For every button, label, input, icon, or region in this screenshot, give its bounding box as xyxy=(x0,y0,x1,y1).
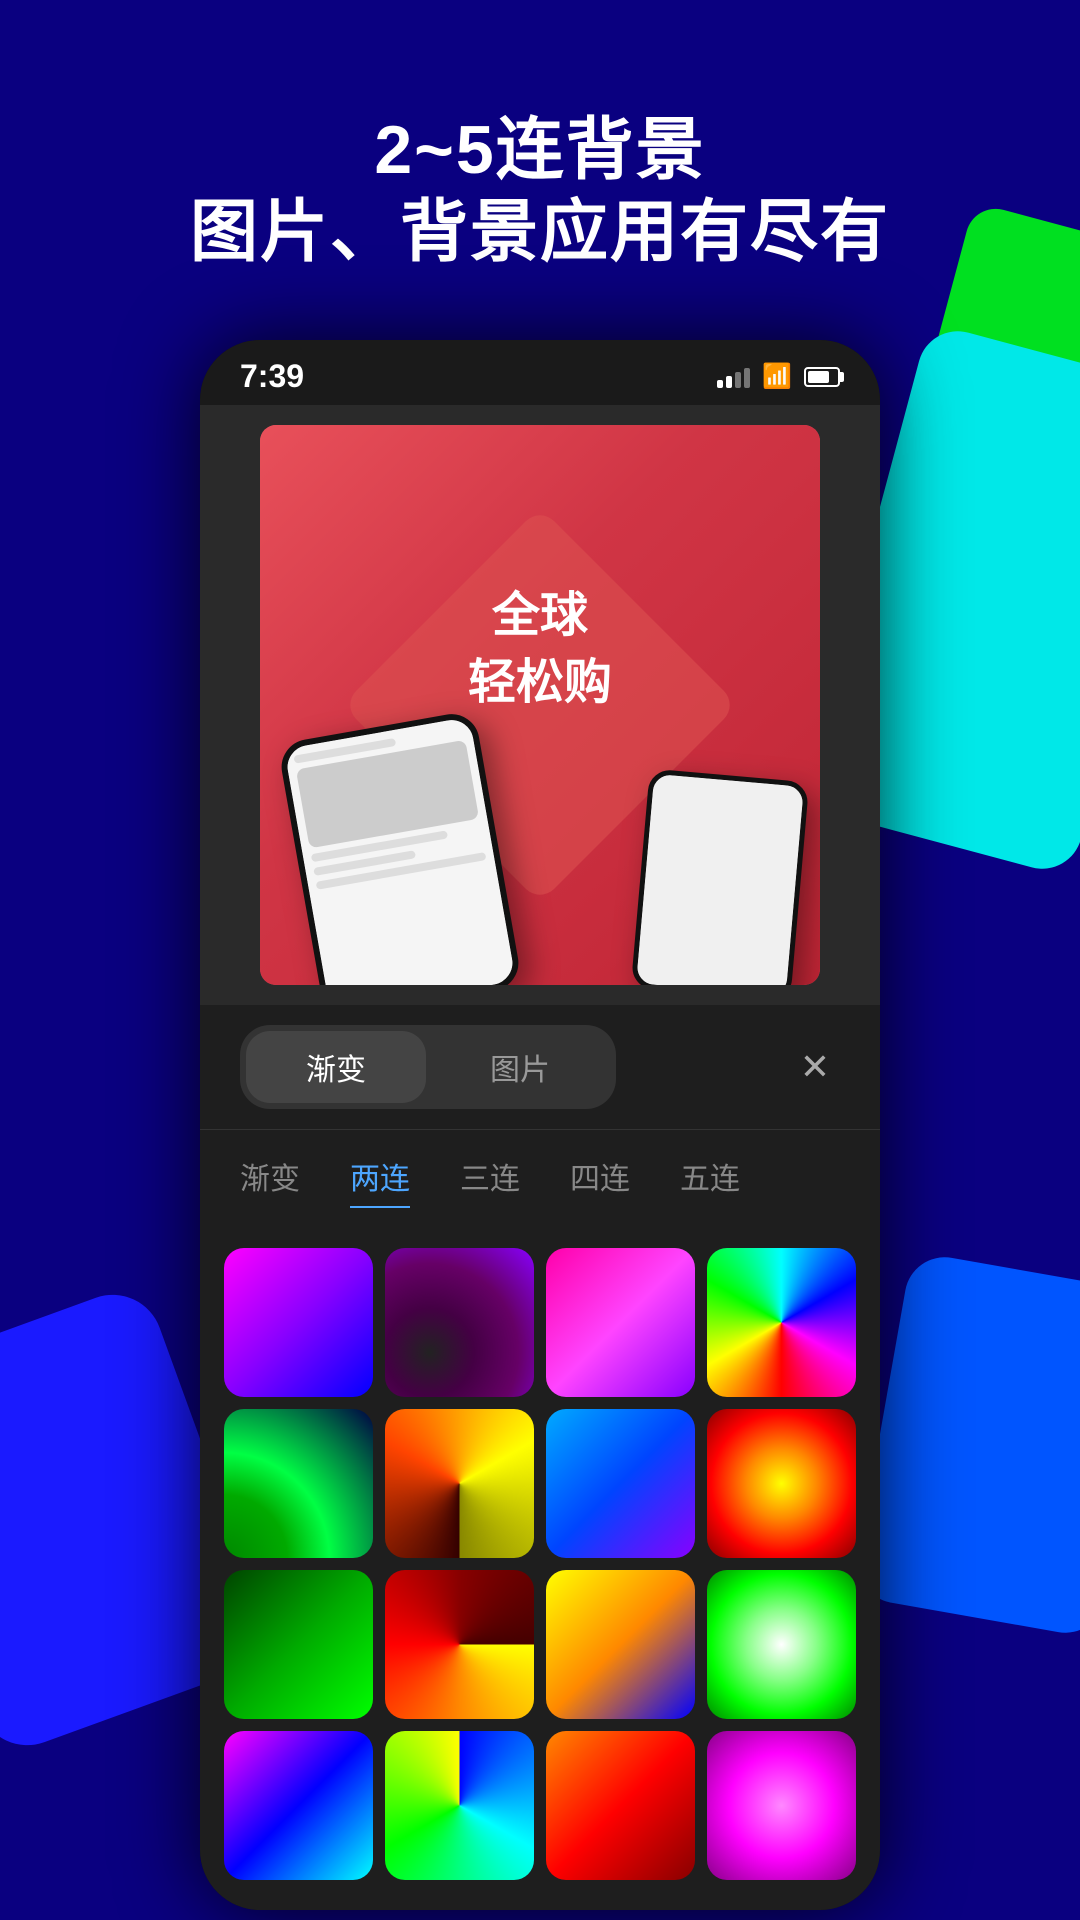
wifi-icon: 📶 xyxy=(762,362,792,391)
swatch-3[interactable] xyxy=(546,1248,695,1397)
battery-fill xyxy=(808,371,829,383)
signal-bar-4 xyxy=(744,368,750,388)
preview-card: 全球 轻松购 xyxy=(260,425,820,985)
main-tab-group[interactable]: 渐变 图片 xyxy=(240,1025,616,1109)
title-line2: 图片、背景应用有尽有 xyxy=(0,192,1080,274)
sub-tab-two[interactable]: 两连 xyxy=(350,1154,410,1208)
preview-line2: 轻松购 xyxy=(468,649,612,716)
preview-phone-mockup-2 xyxy=(631,768,810,985)
status-icons: 📶 xyxy=(717,362,840,391)
signal-icon xyxy=(717,366,750,388)
sub-tab-gradient[interactable]: 渐变 xyxy=(240,1154,300,1208)
signal-bar-3 xyxy=(735,372,741,388)
phone-content: 全球 轻松购 xyxy=(200,405,880,1005)
sub-tab-three[interactable]: 三连 xyxy=(460,1154,520,1208)
swatch-2[interactable] xyxy=(385,1248,534,1397)
sub-tab-four[interactable]: 四连 xyxy=(570,1154,630,1208)
status-bar: 7:39 📶 xyxy=(200,340,880,405)
preview-text: 全球 轻松购 xyxy=(468,582,612,716)
preview-line1: 全球 xyxy=(468,582,612,649)
header-text: 2~5连背景 图片、背景应用有尽有 xyxy=(0,0,1080,273)
swatch-1[interactable] xyxy=(224,1248,373,1397)
swatch-6[interactable] xyxy=(385,1409,534,1558)
battery-icon xyxy=(804,367,840,387)
sub-tab-five[interactable]: 五连 xyxy=(680,1154,740,1208)
swatch-11[interactable] xyxy=(546,1570,695,1719)
swatch-9[interactable] xyxy=(224,1570,373,1719)
swatch-8[interactable] xyxy=(707,1409,856,1558)
signal-bar-2 xyxy=(726,376,732,388)
swatch-15[interactable] xyxy=(546,1731,695,1880)
status-time: 7:39 xyxy=(240,358,304,395)
phone2-screen xyxy=(636,774,804,985)
phone-mockup: 7:39 📶 全球 轻松购 xyxy=(200,340,880,1910)
swatch-7[interactable] xyxy=(546,1409,695,1558)
title-line1: 2~5连背景 xyxy=(0,110,1080,192)
close-button[interactable]: ✕ xyxy=(790,1042,840,1092)
signal-bar-1 xyxy=(717,380,723,388)
swatch-12[interactable] xyxy=(707,1570,856,1719)
main-tab-row: 渐变 图片 ✕ xyxy=(200,1005,880,1130)
swatch-4[interactable] xyxy=(707,1248,856,1397)
page-title: 2~5连背景 图片、背景应用有尽有 xyxy=(0,110,1080,273)
color-swatch-grid xyxy=(200,1232,880,1910)
bg-shape-blue-right xyxy=(852,1251,1080,1639)
swatch-13[interactable] xyxy=(224,1731,373,1880)
tab-gradient[interactable]: 渐变 xyxy=(246,1031,426,1103)
tab-image[interactable]: 图片 xyxy=(430,1031,610,1103)
sub-tab-row: 渐变 两连 三连 四连 五连 xyxy=(200,1130,880,1232)
swatch-5[interactable] xyxy=(224,1409,373,1558)
preview-phone-screen xyxy=(284,717,516,985)
swatch-14[interactable] xyxy=(385,1731,534,1880)
swatch-16[interactable] xyxy=(707,1731,856,1880)
swatch-10[interactable] xyxy=(385,1570,534,1719)
